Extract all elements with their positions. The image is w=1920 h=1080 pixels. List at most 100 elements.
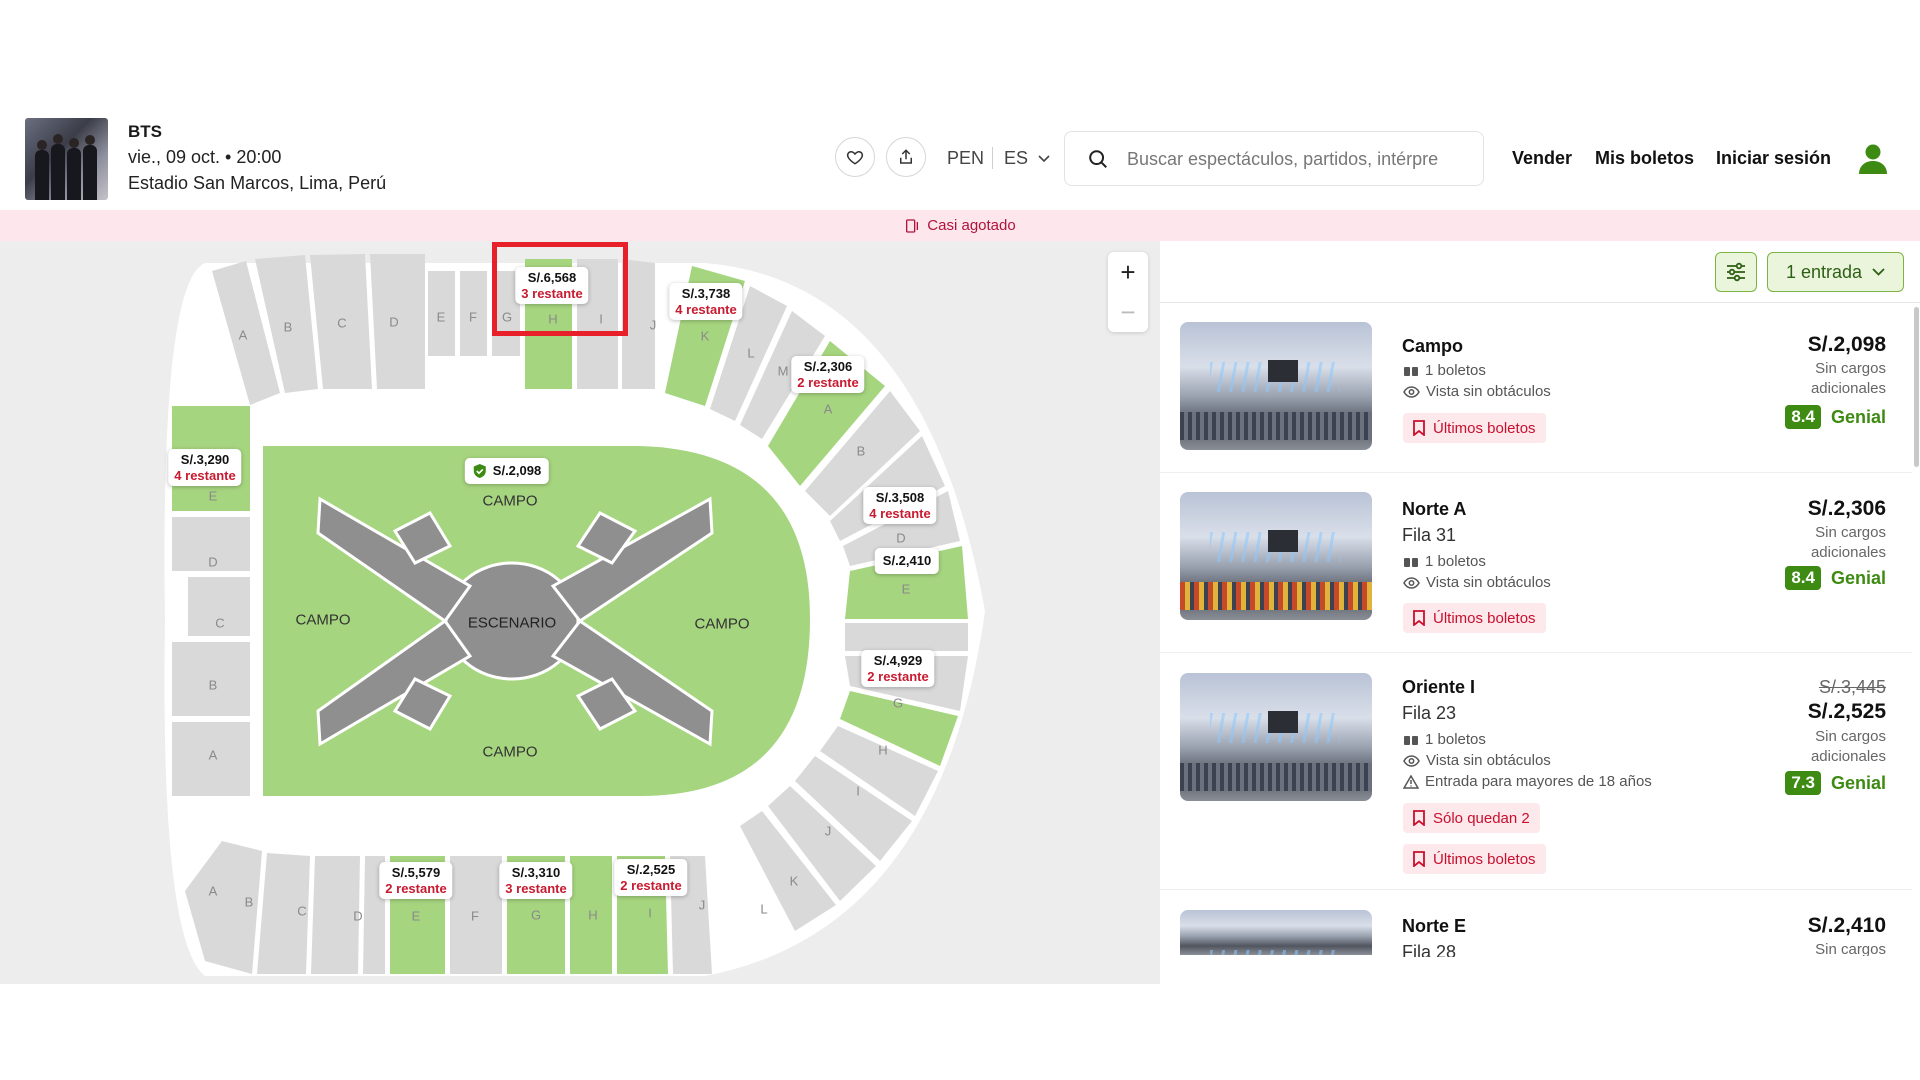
- price-tag-price: S/.3,290: [180, 452, 230, 467]
- fees-note: Sin cargos adicionales: [1811, 359, 1886, 399]
- price-tag[interactable]: S/.3,738 4 restante: [669, 283, 743, 320]
- price-tag[interactable]: S/.2,098: [464, 458, 550, 484]
- section-letter: E: [411, 908, 421, 924]
- chevron-down-icon[interactable]: [1038, 155, 1050, 163]
- rating-score: 8.4: [1785, 566, 1821, 590]
- price-tag-remaining: 2 restante: [867, 669, 929, 684]
- zoom-in-button[interactable]: +: [1108, 252, 1148, 292]
- fees-note-line: Sin cargos: [1815, 360, 1886, 377]
- section-letter: B: [856, 443, 866, 459]
- section-letter: A: [208, 747, 218, 763]
- price-tag[interactable]: S/.3,310 3 restante: [499, 862, 573, 899]
- search-bar[interactable]: [1064, 131, 1484, 186]
- favorite-button[interactable]: [835, 137, 875, 177]
- badge-text: Últimos boletos: [1433, 419, 1536, 437]
- section-letter: B: [208, 677, 218, 693]
- section-letter: L: [760, 901, 768, 917]
- view-thumbnail[interactable]: [1180, 322, 1372, 450]
- price-tag[interactable]: S/.5,579 2 restante: [379, 862, 453, 899]
- bookmark-icon: [1413, 810, 1425, 826]
- campo-top-label: CAMPO: [482, 492, 538, 510]
- shield-check-icon: [473, 464, 486, 478]
- listing-card[interactable]: Oriente I Fila 23 1 boletos Vista sin ob…: [1160, 653, 1912, 890]
- section-letter: E: [436, 309, 446, 325]
- share-button[interactable]: [886, 137, 926, 177]
- listing-view: Vista sin obtáculos: [1403, 752, 1551, 769]
- price-tag-remaining: 2 restante: [797, 375, 859, 390]
- section-letter: D: [389, 314, 399, 330]
- stadium-map-svg[interactable]: [0, 241, 1160, 984]
- section-letter: H: [878, 742, 888, 758]
- rating: 8.4 Genial: [1785, 405, 1886, 429]
- quantity-label: 1 entrada: [1785, 261, 1863, 282]
- listing-price: S/.2,525: [1807, 700, 1886, 723]
- listing-card[interactable]: Norte E Fila 28 S/.2,410 Sin cargos: [1160, 890, 1912, 984]
- listing-name: Oriente I: [1402, 677, 1476, 697]
- section-letter: G: [892, 695, 904, 711]
- listing-view: Vista sin obtáculos: [1403, 383, 1551, 400]
- user-avatar-icon[interactable]: [1853, 138, 1893, 178]
- zoom-controls: + −: [1108, 252, 1148, 332]
- divider: [992, 147, 993, 169]
- section-letter: E: [901, 581, 911, 597]
- price-tag[interactable]: S/.2,525 2 restante: [614, 859, 688, 896]
- listing-row: Fila 28: [1402, 942, 1457, 957]
- view-text: Vista sin obtáculos: [1426, 752, 1551, 769]
- listing-card[interactable]: Campo 1 boletos Vista sin obtáculos Últi…: [1160, 303, 1912, 473]
- seat-map[interactable]: ESCENARIO CAMPO CAMPO CAMPO CAMPO A B C …: [0, 241, 1160, 984]
- sell-link[interactable]: Vender: [1512, 148, 1572, 169]
- listing-old-price: S/.3,445: [1818, 677, 1886, 697]
- view-thumbnail[interactable]: [1180, 910, 1372, 955]
- section-letter: K: [700, 328, 710, 344]
- event-title: BTS: [128, 122, 162, 141]
- search-icon: [1089, 150, 1107, 168]
- my-tickets-link[interactable]: Mis boletos: [1595, 148, 1694, 169]
- price-tag[interactable]: S/.3,290 4 restante: [168, 449, 242, 486]
- listing-card[interactable]: Norte A Fila 31 1 boletos Vista sin obtá…: [1160, 473, 1912, 653]
- listing-row: Fila 31: [1402, 525, 1457, 545]
- login-link[interactable]: Iniciar sesión: [1716, 148, 1831, 169]
- section-letter: B: [283, 319, 293, 335]
- section-letter: J: [698, 897, 706, 913]
- price-tag[interactable]: S/.2,306 2 restante: [791, 356, 865, 393]
- listing-name: Norte A: [1402, 499, 1467, 519]
- language-selector[interactable]: ES: [1004, 148, 1028, 169]
- event-image[interactable]: [25, 118, 108, 200]
- rating-word: Genial: [1830, 772, 1886, 793]
- section-letter: F: [471, 908, 479, 924]
- badge-text: Últimos boletos: [1433, 850, 1536, 868]
- filter-button[interactable]: [1715, 252, 1757, 292]
- section-letter: J: [649, 317, 657, 333]
- sliders-icon: [1727, 262, 1745, 282]
- fees-note-line: Sin cargos: [1815, 941, 1886, 956]
- price-tag-price: S/.3,508: [875, 490, 925, 505]
- quantity-dropdown[interactable]: 1 entrada: [1767, 252, 1904, 292]
- price-tag[interactable]: S/.3,508 4 restante: [863, 487, 937, 524]
- price-tag[interactable]: S/.4,929 2 restante: [861, 650, 935, 687]
- banner-text: Casi agotado: [927, 217, 1016, 234]
- fees-note-line: adicionales: [1810, 544, 1886, 561]
- zoom-out-button[interactable]: −: [1108, 292, 1148, 332]
- rating: 8.4 Genial: [1785, 566, 1886, 590]
- section-letter: J: [824, 823, 832, 839]
- currency-selector[interactable]: PEN: [947, 148, 984, 169]
- view-thumbnail[interactable]: [1180, 492, 1372, 620]
- listing-price: S/.2,306: [1807, 497, 1886, 520]
- section-letter: B: [244, 894, 254, 910]
- tickets-text: 1 boletos: [1425, 362, 1486, 379]
- rating-score: 8.4: [1785, 405, 1821, 429]
- listing-name: Campo: [1402, 336, 1464, 356]
- eye-icon: [1403, 385, 1420, 398]
- listing-tickets: 1 boletos: [1403, 362, 1486, 379]
- section-letter: I: [856, 783, 860, 799]
- scrollbar[interactable]: [1914, 307, 1919, 467]
- price-tag[interactable]: S/.2,410: [874, 548, 940, 574]
- price-tag-price: S/.3,310: [511, 865, 561, 880]
- tickets-text: 1 boletos: [1425, 731, 1486, 748]
- last-tickets-badge: Últimos boletos: [1403, 844, 1546, 874]
- eye-icon: [1403, 576, 1420, 589]
- view-text: Vista sin obtáculos: [1426, 574, 1551, 591]
- listing-view: Vista sin obtáculos: [1403, 574, 1551, 591]
- view-thumbnail[interactable]: [1180, 673, 1372, 801]
- search-input[interactable]: [1127, 146, 1472, 172]
